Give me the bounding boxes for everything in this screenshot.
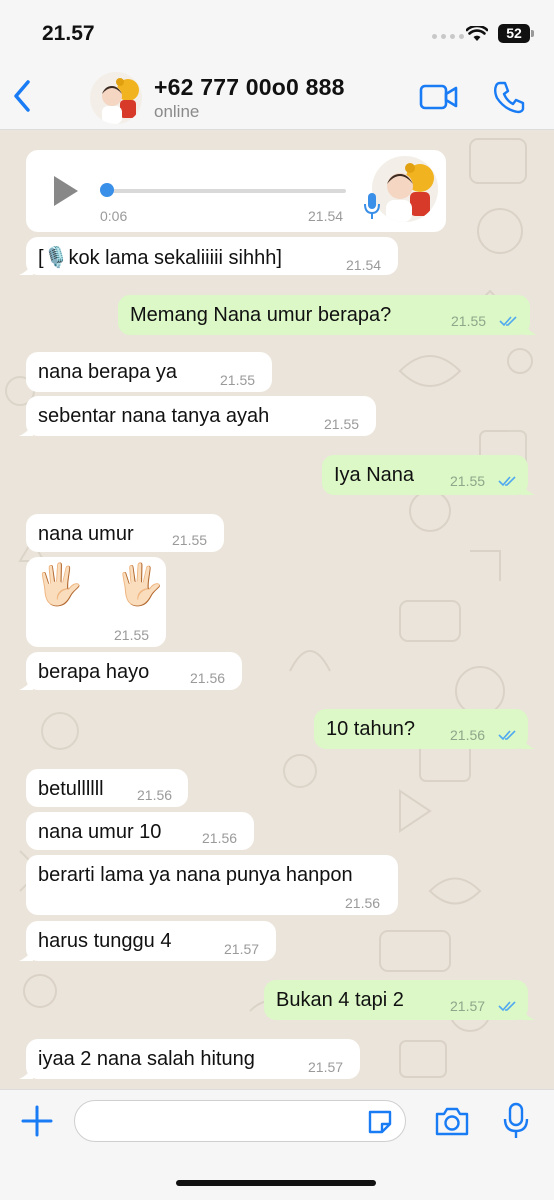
avatar[interactable] bbox=[90, 72, 142, 124]
message-bubble-in[interactable]: harus tunggu 4 21.57 bbox=[19, 921, 276, 961]
read-ticks-icon bbox=[498, 476, 516, 487]
message-text: 10 tahun? bbox=[326, 718, 415, 740]
message-bubble-in[interactable]: iyaa 2 nana salah hitung 21.57 bbox=[19, 1039, 360, 1079]
message-time: 21.55 bbox=[220, 372, 256, 388]
message-text: nana berapa ya bbox=[38, 361, 178, 383]
emoji-message: 🖐🏻 🖐🏻 bbox=[34, 563, 175, 607]
bubble-tail bbox=[19, 422, 33, 436]
message-time: 21.57 bbox=[308, 1059, 344, 1075]
message-time: 21.57 bbox=[224, 941, 260, 957]
voice-duration: 0:06 bbox=[100, 208, 128, 224]
bubble-tail bbox=[19, 1065, 33, 1079]
message-time: 21.54 bbox=[346, 257, 382, 273]
voice-note-bubble: 0:06 21.54 bbox=[26, 150, 446, 232]
message-text: betullllll bbox=[38, 778, 104, 800]
home-indicator bbox=[176, 1180, 376, 1186]
message-time: 21.55 bbox=[114, 627, 150, 643]
message-bubble-out[interactable]: 10 tahun? 21.56 bbox=[314, 709, 535, 749]
contact-status: online bbox=[154, 102, 200, 121]
message-time: 21.57 bbox=[450, 998, 486, 1014]
message-text: berapa hayo bbox=[38, 661, 150, 683]
chat-header: +62 777 00o0 888 online bbox=[0, 60, 554, 130]
bubble-tail bbox=[19, 261, 33, 275]
sticker-icon[interactable] bbox=[366, 1108, 394, 1136]
message-input[interactable] bbox=[74, 1100, 406, 1142]
status-bar: 21.57 52 bbox=[0, 0, 554, 60]
message-text: nana umur bbox=[38, 523, 134, 545]
video-call-icon[interactable] bbox=[419, 83, 459, 111]
wifi-icon bbox=[466, 26, 488, 41]
message-text: Iya Nana bbox=[334, 464, 415, 486]
message-text: Memang Nana umur berapa? bbox=[130, 304, 392, 326]
message-bubble-out[interactable]: Iya Nana 21.55 bbox=[322, 455, 535, 495]
status-time: 21.57 bbox=[42, 22, 95, 45]
message-time: 21.56 bbox=[345, 895, 381, 911]
read-ticks-icon bbox=[499, 316, 517, 327]
message-time: 21.56 bbox=[202, 830, 238, 846]
chat-area[interactable]: 0:06 21.54 [🎙️kok lama sekaliiiii sihhh]… bbox=[0, 131, 554, 1089]
message-bubble-in[interactable]: 🖐🏻 🖐🏻 21.55 bbox=[26, 557, 166, 647]
plus-icon[interactable] bbox=[20, 1104, 54, 1138]
phone-icon[interactable] bbox=[493, 80, 525, 114]
microphone-icon[interactable] bbox=[502, 1102, 530, 1140]
message-bubble-in[interactable]: sebentar nana tanya ayah 21.55 bbox=[19, 396, 376, 436]
message-text: [🎙️kok lama sekaliiiii sihhh] bbox=[38, 247, 282, 269]
message-time: 21.56 bbox=[137, 787, 173, 803]
message-time: 21.56 bbox=[450, 727, 486, 743]
bubble-tail bbox=[521, 1006, 535, 1020]
play-icon[interactable] bbox=[54, 176, 78, 206]
message-time: 21.56 bbox=[190, 670, 226, 686]
chevron-left-icon[interactable] bbox=[8, 76, 38, 116]
message-bubble-in[interactable]: nana berapa ya 21.55 bbox=[26, 352, 272, 392]
message-bubble-in[interactable]: betullllll 21.56 bbox=[26, 769, 188, 807]
read-ticks-icon bbox=[498, 1001, 516, 1012]
read-ticks-icon bbox=[498, 730, 516, 741]
sender-avatar bbox=[372, 156, 438, 222]
message-text: sebentar nana tanya ayah bbox=[38, 405, 270, 427]
message-bubble-out[interactable]: Bukan 4 tapi 2 21.57 bbox=[264, 980, 535, 1020]
microphone-icon bbox=[364, 193, 380, 219]
message-bubble-in[interactable]: berarti lama ya nana punya hanpon 21.56 bbox=[26, 855, 398, 915]
message-text: nana umur 10 bbox=[38, 821, 162, 843]
message-time: 21.55 bbox=[450, 473, 486, 489]
message-bubble-in[interactable]: [🎙️kok lama sekaliiiii sihhh] 21.54 bbox=[19, 237, 398, 275]
bubble-tail bbox=[521, 481, 535, 495]
bubble-tail bbox=[523, 321, 537, 335]
message-text: berarti lama ya nana punya hanpon bbox=[38, 864, 353, 886]
message-bubble-in[interactable]: berapa hayo 21.56 bbox=[19, 652, 242, 690]
signal-dots-icon bbox=[432, 34, 464, 39]
message-text: Bukan 4 tapi 2 bbox=[276, 989, 404, 1011]
voice-progress-track[interactable] bbox=[106, 189, 346, 193]
message-text: iyaa 2 nana salah hitung bbox=[38, 1048, 255, 1070]
bubble-tail bbox=[19, 947, 33, 961]
contact-name[interactable]: +62 777 00o0 888 bbox=[154, 74, 345, 101]
message-time: 21.54 bbox=[308, 208, 344, 224]
message-time: 21.55 bbox=[324, 416, 360, 432]
message-text: harus tunggu 4 bbox=[38, 930, 172, 952]
message-time: 21.55 bbox=[451, 313, 487, 329]
message-bubble-in[interactable]: nana umur 21.55 bbox=[26, 514, 224, 552]
battery-icon: 52 bbox=[498, 24, 534, 43]
voice-progress-knob[interactable] bbox=[100, 183, 114, 197]
bubble-tail bbox=[19, 676, 33, 690]
message-bubble-in[interactable]: nana umur 10 21.56 bbox=[26, 812, 254, 850]
bubble-tail bbox=[521, 735, 535, 749]
camera-icon[interactable] bbox=[434, 1105, 470, 1137]
message-time: 21.55 bbox=[172, 532, 208, 548]
message-bubble-out[interactable]: Memang Nana umur berapa? 21.55 bbox=[118, 295, 537, 335]
